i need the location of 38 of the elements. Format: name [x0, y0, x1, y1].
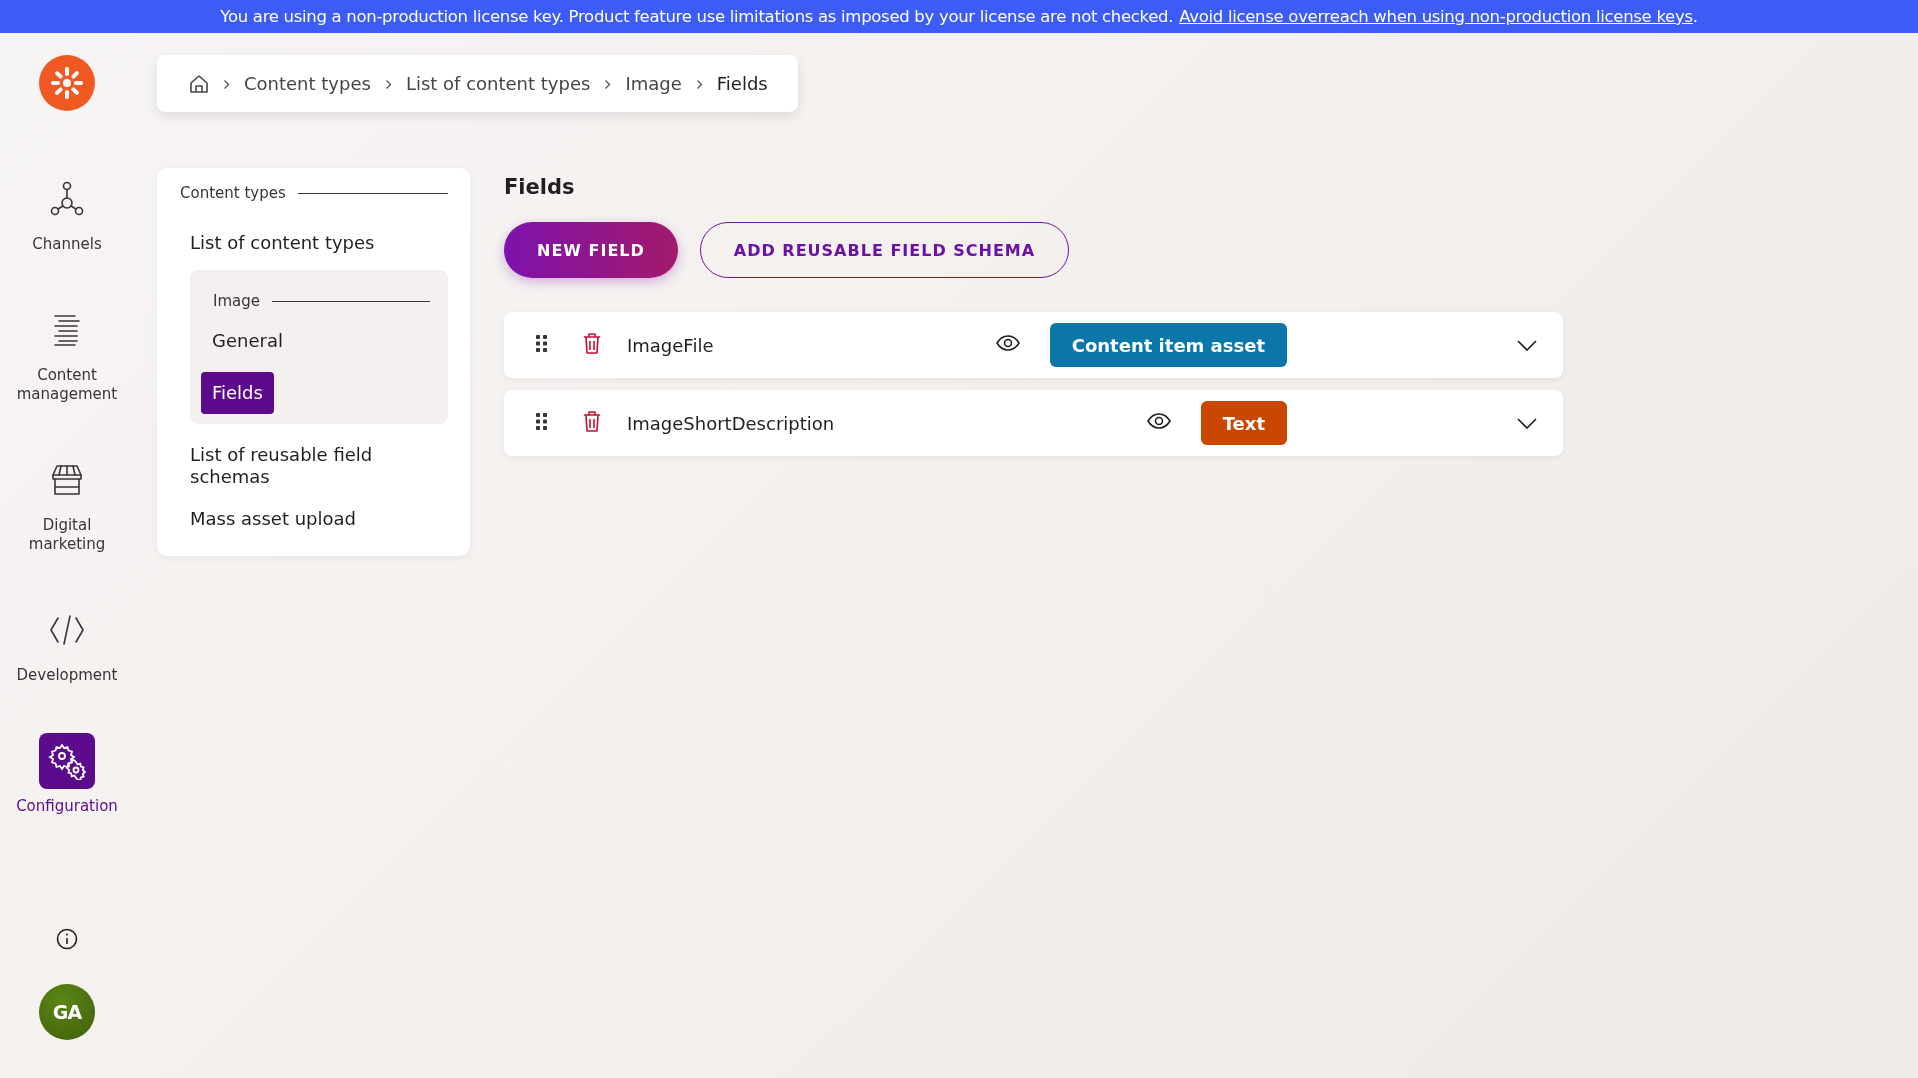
- nav-item[interactable]: List of content types: [179, 222, 386, 264]
- network-icon: [50, 181, 84, 217]
- sidebar-item[interactable]: Development: [4, 602, 130, 685]
- breadcrumb-link[interactable]: Fields: [716, 73, 768, 94]
- group-heading: Image: [213, 292, 260, 310]
- section-heading: Content types: [180, 184, 286, 202]
- code-icon: [49, 614, 85, 646]
- field-name: ImageShortDescription: [627, 412, 835, 434]
- home-icon[interactable]: [189, 73, 209, 94]
- breadcrumb-link[interactable]: Content types: [244, 73, 371, 94]
- field-name: ImageFile: [627, 334, 714, 356]
- logo-icon[interactable]: [39, 55, 95, 111]
- nav-item[interactable]: Fields: [201, 372, 274, 414]
- breadcrumb-link[interactable]: Image: [625, 73, 682, 94]
- sidebar-item[interactable]: Configuration: [4, 733, 130, 816]
- gears-icon: [48, 742, 86, 780]
- chevron-icon: [223, 78, 230, 89]
- nav-item[interactable]: List of reusable field schemas: [179, 434, 448, 498]
- nav-item[interactable]: Mass asset upload: [179, 498, 367, 540]
- new-field-button[interactable]: NEW FIELD: [504, 222, 678, 278]
- chevron-icon: [384, 78, 392, 89]
- nav-item[interactable]: General: [201, 320, 294, 362]
- chevron-icon: [604, 78, 612, 89]
- field-type-tag: Text: [1200, 401, 1287, 445]
- list-icon: [51, 313, 83, 347]
- license-warning-text: You are using a non-production license key. Product feature use limitations as imposed by your license are not checked.: [220, 7, 1174, 26]
- breadcrumb-link[interactable]: List of content types: [405, 73, 591, 94]
- sidebar-item[interactable]: Digital marketing: [4, 452, 130, 554]
- license-help-link[interactable]: Avoid license overreach when using non-production license keys: [1179, 7, 1693, 26]
- user-avatar[interactable]: GA: [39, 984, 95, 1040]
- page-title: Fields: [504, 174, 576, 200]
- field-type-tag: Content item asset: [1049, 323, 1287, 367]
- storefront-icon: [50, 463, 84, 497]
- sidebar-item[interactable]: Content management: [4, 302, 130, 404]
- sidebar-item[interactable]: Channels: [4, 171, 130, 254]
- info-icon[interactable]: [56, 928, 78, 950]
- chevron-icon: [695, 78, 703, 89]
- period-text: .: [1692, 7, 1698, 26]
